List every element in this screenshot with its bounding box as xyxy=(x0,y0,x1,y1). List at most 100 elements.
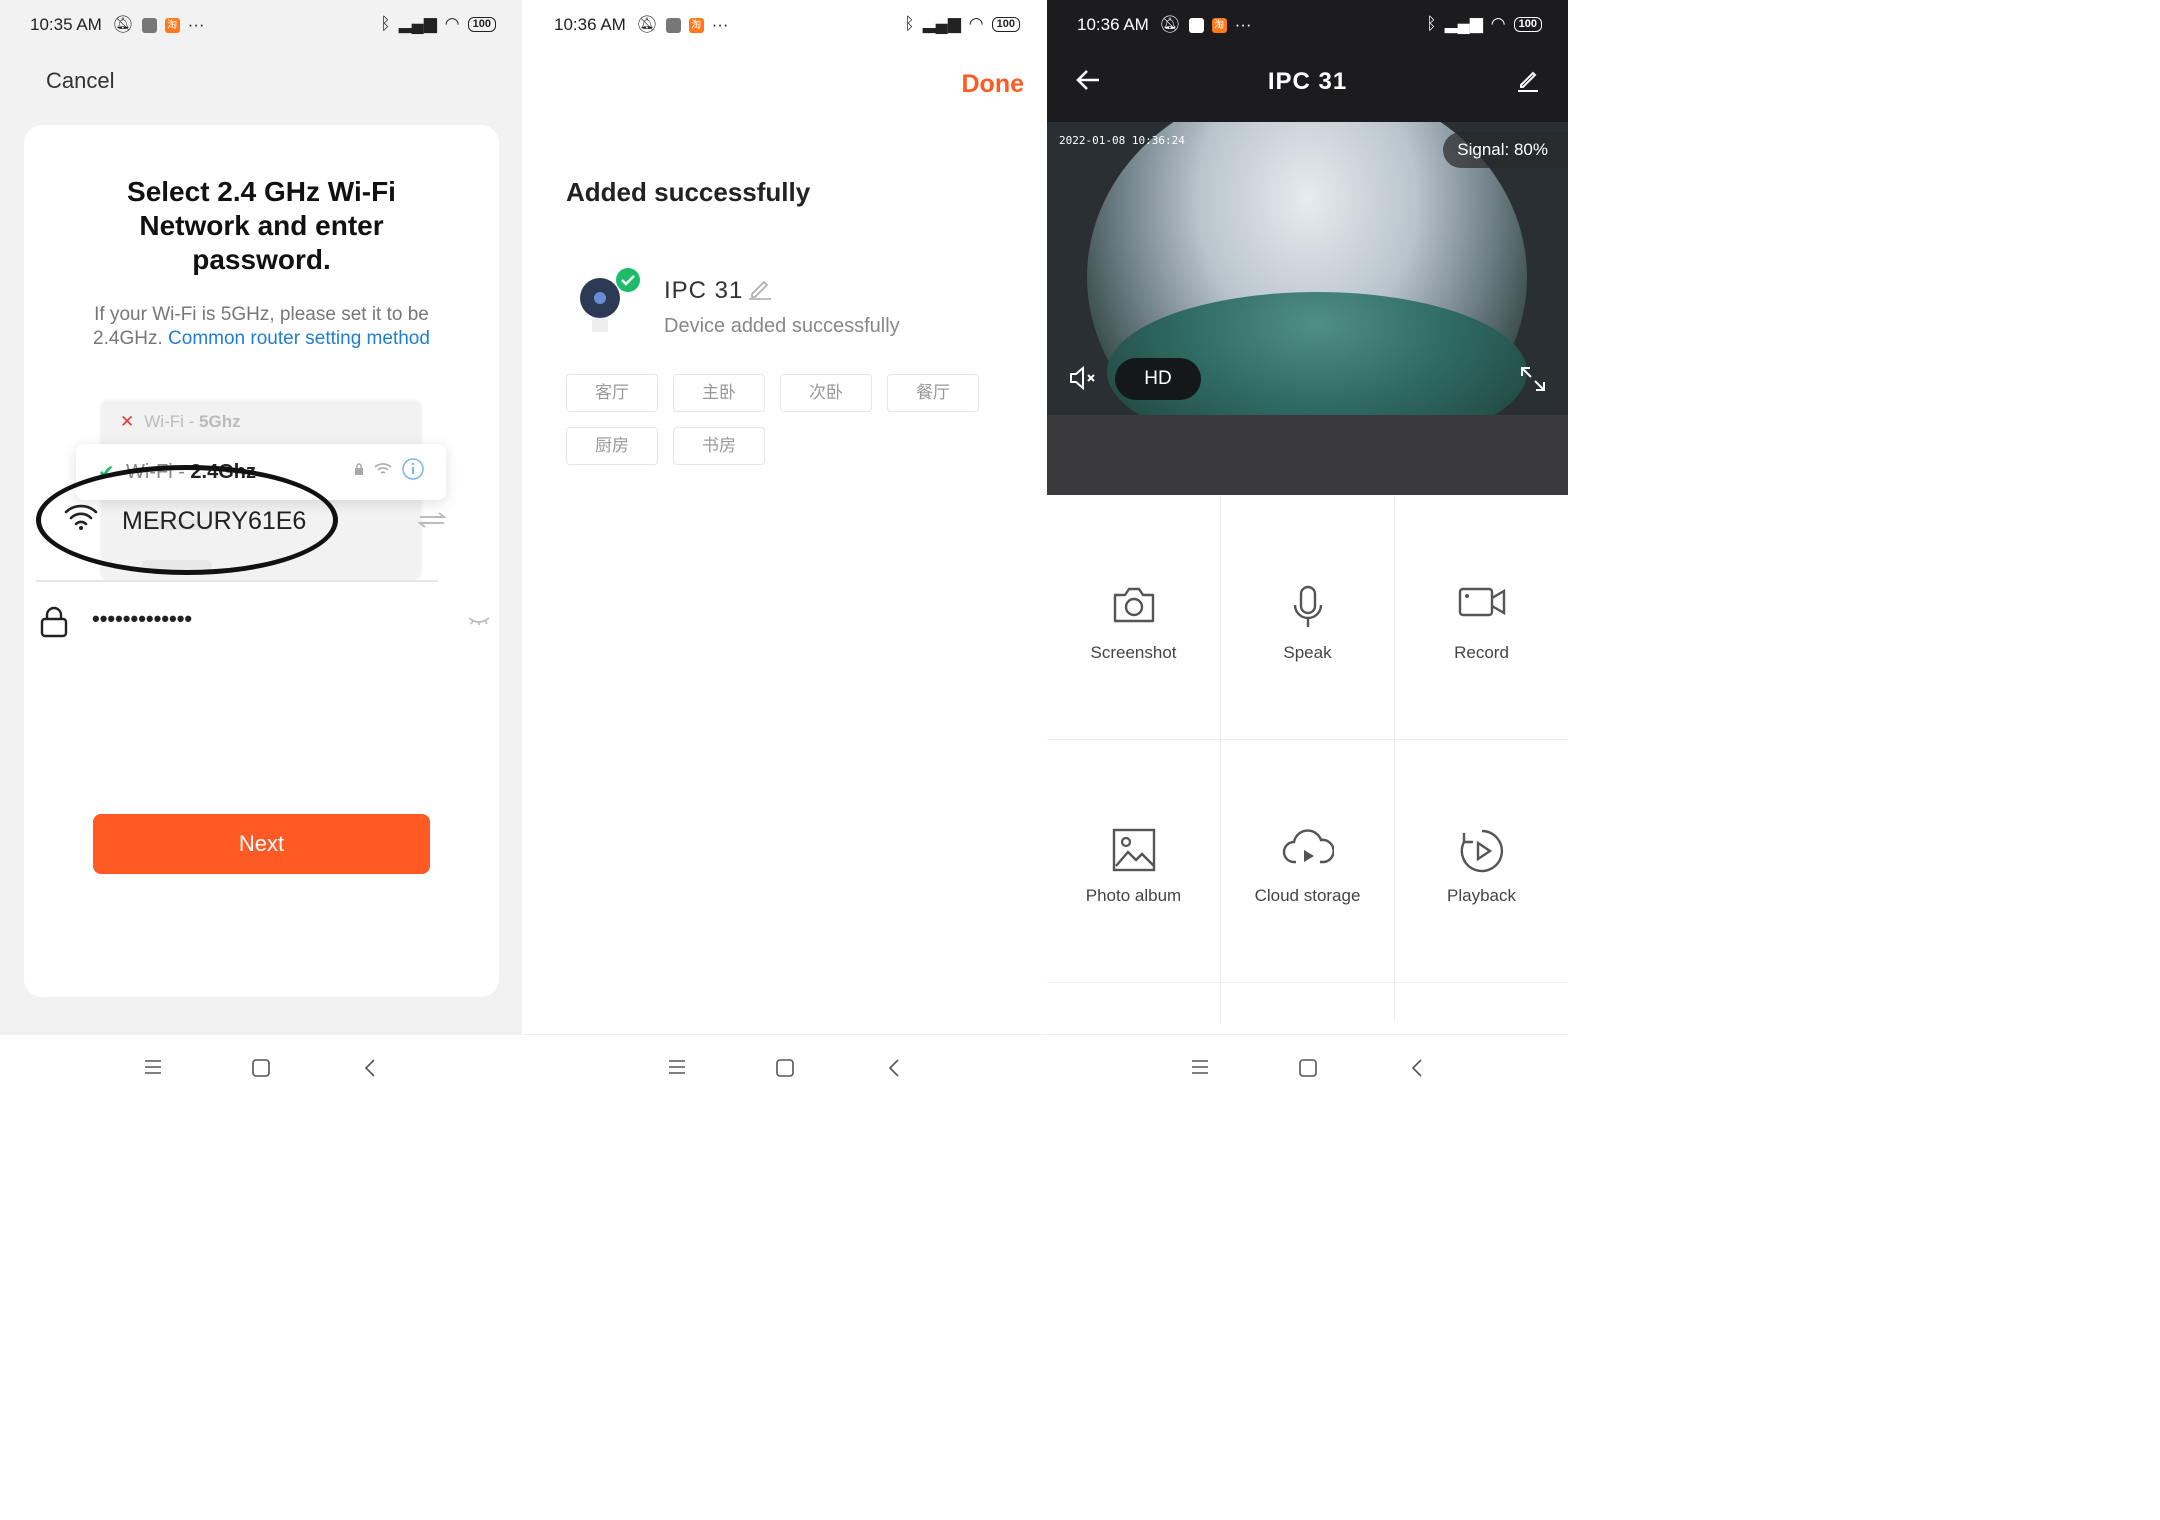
image-icon xyxy=(1112,828,1155,872)
video-camera-icon xyxy=(1458,587,1505,617)
notification-icons: 🔕︎ 淘 ··· xyxy=(112,15,205,35)
switch-network-icon[interactable] xyxy=(418,511,446,529)
back-nav-icon[interactable] xyxy=(888,1059,900,1077)
status-time: 10:36 AM xyxy=(1077,15,1149,34)
menu-icon[interactable] xyxy=(668,1059,686,1075)
camera-device-icon xyxy=(580,268,640,332)
system-icons: ᛒ ▂▄▆ ◠ 100 xyxy=(380,14,496,34)
playback-icon xyxy=(1460,829,1503,873)
cloud-storage-action[interactable]: Cloud storage xyxy=(1221,740,1394,982)
action-grid: Screenshot Speak Record Photo album Clou… xyxy=(1047,497,1568,1022)
device-added-screen: 10:36 AM 🔕︎ 淘 ··· ᛒ ▂▄▆ ◠ 100 Done Added… xyxy=(524,0,1046,1104)
speaker-mute-icon[interactable] xyxy=(1069,366,1097,390)
cell-signal-icon: ▂▄▆ xyxy=(1444,14,1483,33)
status-time: 10:36 AM xyxy=(554,15,626,34)
system-nav-bar xyxy=(0,1034,522,1104)
screenshot-action[interactable]: Screenshot xyxy=(1047,497,1220,739)
status-bar: 10:36 AM 🔕︎ 淘 ··· ᛒ ▂▄▆ ◠ 100 xyxy=(1047,0,1568,50)
cloud-play-icon xyxy=(1282,829,1334,864)
photo-album-action[interactable]: Photo album xyxy=(1047,740,1220,982)
action-label: Speak xyxy=(1283,643,1332,662)
cancel-button[interactable]: Cancel xyxy=(46,68,114,94)
ssid-field[interactable]: MERCURY61E6 xyxy=(36,465,456,575)
system-nav-bar xyxy=(524,1034,1046,1104)
edit-icon[interactable] xyxy=(1516,68,1540,92)
notification-icons: 🔕︎ 淘 ··· xyxy=(636,15,729,35)
page-title: Added successfully xyxy=(566,177,811,207)
menu-icon[interactable] xyxy=(1191,1059,1209,1075)
status-bar: 10:36 AM 🔕︎ 淘 ··· ᛒ ▂▄▆ ◠ 100 xyxy=(524,0,1046,50)
field-divider xyxy=(36,580,438,582)
battery-icon: 100 xyxy=(1513,16,1542,32)
mute-bell-icon: 🔕︎ xyxy=(1159,15,1181,34)
taobao-icon: 淘 xyxy=(164,17,180,33)
taobao-icon: 淘 xyxy=(688,17,704,33)
app-notification-icon xyxy=(665,17,681,33)
action-label: Screenshot xyxy=(1090,643,1177,662)
more-notifications-icon: ··· xyxy=(187,15,205,34)
home-icon[interactable] xyxy=(776,1059,794,1077)
device-name: IPC 31 xyxy=(664,277,744,304)
quality-toggle[interactable]: HD xyxy=(1115,358,1201,400)
room-selector: 客厅 主卧 次卧 餐厅 厨房 书房 xyxy=(566,374,1006,465)
bluetooth-icon: ᛒ xyxy=(1426,14,1437,33)
bluetooth-icon: ᛒ xyxy=(380,14,391,33)
camera-title: IPC 31 xyxy=(1267,68,1348,95)
speak-action[interactable]: Speak xyxy=(1221,497,1394,739)
app-notification-icon xyxy=(141,17,157,33)
system-nav-bar xyxy=(1047,1034,1568,1104)
cell-signal-icon: ▂▄▆ xyxy=(922,14,961,33)
room-chip[interactable]: 主卧 xyxy=(673,374,765,412)
battery-icon: 100 xyxy=(991,16,1020,32)
home-icon[interactable] xyxy=(1299,1059,1317,1077)
wifi-hint: If your Wi-Fi is 5GHz, please set it to … xyxy=(64,303,459,351)
app-notification-icon xyxy=(1188,17,1204,33)
cell-signal-icon: ▂▄▆ xyxy=(398,14,437,33)
system-icons: ᛒ ▂▄▆ ◠ 100 xyxy=(1426,14,1542,34)
lock-icon xyxy=(40,606,68,638)
system-icons: ᛒ ▂▄▆ ◠ 100 xyxy=(904,14,1020,34)
room-chip[interactable]: 次卧 xyxy=(780,374,872,412)
mute-bell-icon: 🔕︎ xyxy=(112,15,134,34)
cross-icon: ✕ xyxy=(120,412,135,431)
room-chip[interactable]: 厨房 xyxy=(566,427,658,465)
action-label: Cloud storage xyxy=(1254,886,1361,905)
signal-badge: Signal: 80% xyxy=(1443,132,1568,168)
action-label: Record xyxy=(1454,643,1509,662)
wifi-status-icon: ◠ xyxy=(1490,14,1506,33)
room-chip[interactable]: 书房 xyxy=(673,427,765,465)
device-status: Device added successfully xyxy=(664,315,900,337)
fullscreen-icon[interactable] xyxy=(1520,366,1546,392)
next-button[interactable]: Next xyxy=(93,814,430,874)
room-chip[interactable]: 客厅 xyxy=(566,374,658,412)
taobao-icon: 淘 xyxy=(1211,17,1227,33)
wifi-5ghz-band: 5Ghz xyxy=(199,412,241,431)
wifi-5ghz-item: ✕ Wi-Fi - 5Ghz xyxy=(120,412,241,432)
router-setting-link[interactable]: Common router setting method xyxy=(168,328,430,349)
camera-live-screen: 10:36 AM 🔕︎ 淘 ··· ᛒ ▂▄▆ ◠ 100 IPC 31 202… xyxy=(1047,0,1568,1104)
record-action[interactable]: Record xyxy=(1395,497,1568,739)
microphone-icon xyxy=(1293,585,1322,627)
camera-header: 10:36 AM 🔕︎ 淘 ··· ᛒ ▂▄▆ ◠ 100 IPC 31 xyxy=(1047,0,1568,122)
playback-action[interactable]: Playback xyxy=(1395,740,1568,982)
edit-name-icon[interactable] xyxy=(748,278,772,300)
status-time: 10:35 AM xyxy=(30,15,102,34)
wifi-5ghz-prefix: Wi-Fi - xyxy=(144,412,200,431)
bluetooth-icon: ᛒ xyxy=(904,14,915,33)
more-notifications-icon: ··· xyxy=(1234,15,1252,34)
menu-icon[interactable] xyxy=(144,1059,162,1075)
mute-bell-icon: 🔕︎ xyxy=(636,15,658,34)
back-nav-icon[interactable] xyxy=(1411,1059,1423,1077)
ssid-value: MERCURY61E6 xyxy=(122,507,307,535)
live-video-feed[interactable]: 2022-01-08 10:36:24 Signal: 80% HD xyxy=(1047,122,1568,415)
wifi-status-icon: ◠ xyxy=(444,14,460,33)
more-notifications-icon: ··· xyxy=(711,15,729,34)
back-nav-icon[interactable] xyxy=(364,1059,376,1077)
room-chip[interactable]: 餐厅 xyxy=(887,374,979,412)
done-button[interactable]: Done xyxy=(962,70,1025,99)
home-icon[interactable] xyxy=(252,1059,270,1077)
password-input[interactable]: ••••••••••••• xyxy=(92,606,192,632)
eye-closed-icon[interactable] xyxy=(468,616,490,626)
wifi-setup-screen: 10:35 AM 🔕︎ 淘 ··· ᛒ ▂▄▆ ◠ 100 Cancel Sel… xyxy=(0,0,522,1104)
video-timestamp: 2022-01-08 10:36:24 xyxy=(1059,134,1185,147)
